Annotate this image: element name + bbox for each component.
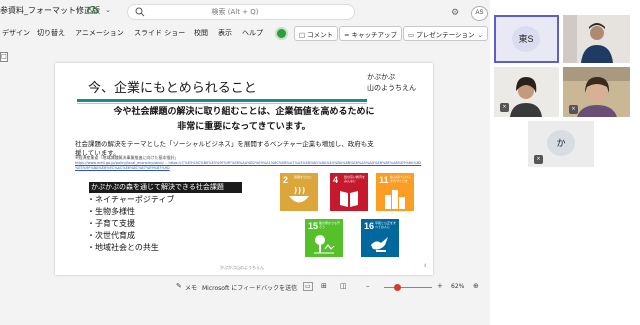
chevron-down-icon[interactable]: ⌄ (105, 6, 111, 14)
sdg-caption: 住み続けられるまちづくりを (390, 175, 412, 183)
dove-icon (371, 237, 388, 252)
normal-view-icon[interactable]: ▭ (303, 282, 313, 291)
sdg-number: 11 (379, 175, 389, 185)
slide-sorter-icon[interactable]: ⊞ (321, 282, 327, 290)
source-link-cont[interactable]: %E5%9F%BA%E6%9C%AC%E6%8C%87%E9%87%9D (75, 166, 170, 170)
menu-slideshow[interactable]: スライド ショー (134, 28, 185, 38)
mic-muted-icon: × (569, 105, 578, 114)
present-button[interactable]: ▭ プレゼンテーション ⌄ (403, 26, 488, 41)
menu-review[interactable]: 校閲 (194, 28, 208, 38)
sdg-4-education-icon: 4 質の高い教育をみんなに (330, 173, 368, 211)
panel-blank-area (490, 170, 640, 230)
notes-button[interactable]: メモ (185, 283, 197, 292)
slide-canvas[interactable]: 今、企業にもとめられること かぷかぷ 山のようちえん 今や社会課題の解決に取り組… (55, 63, 433, 275)
zoom-in-icon[interactable]: + (437, 282, 443, 290)
logo-text-sub: 山のようちえん (367, 84, 416, 92)
search-input[interactable] (150, 6, 350, 18)
zoom-level[interactable]: 62% (451, 283, 464, 290)
participant-video-2[interactable] (563, 15, 630, 63)
bullet-item: ・次世代育成 (87, 231, 135, 240)
document-title[interactable]: 参資料_フォーマット修正版 (0, 5, 100, 16)
menu-transitions[interactable]: 切り替え (37, 28, 65, 38)
sdg-number: 15 (308, 221, 319, 231)
tree-icon (314, 235, 335, 254)
thumbnail-toggle[interactable]: □ (0, 52, 8, 62)
zoom-out-icon[interactable]: – (366, 282, 370, 290)
catchup-button[interactable]: ≈ キャッチアップ (339, 26, 402, 41)
headline-line1: 今や社会課題の解決に取り組むことは、企業価値を高めるために (113, 107, 375, 117)
sdg-15-life-on-land-icon: 15 陸の豊かさも守ろう (305, 219, 343, 257)
menu-view[interactable]: 表示 (218, 28, 232, 38)
app-window: 参資料_フォーマット修正版 ⌄ ⚙ AS デザイン 切り替え アニメーション ス… (0, 0, 640, 325)
bullet-item: ・地域社会との共生 (87, 243, 159, 252)
slide-footer: かぷかぷ山のようちえん (220, 265, 264, 270)
zoom-slider-thumb[interactable] (394, 284, 401, 291)
reading-view-icon[interactable]: ◫ (340, 282, 347, 290)
bowl-icon (289, 187, 309, 203)
logo-text: かぷかぷ (367, 73, 395, 81)
catchup-icon: ≈ (344, 31, 350, 39)
search-box[interactable] (127, 4, 355, 20)
participant-video-4[interactable]: × (563, 67, 630, 117)
slide-title: 今、企業にもとめられること (88, 81, 257, 96)
comment-button[interactable]: □ コメント (294, 26, 339, 41)
bullet-item: ・生物多様性 (87, 207, 135, 216)
video-man-image (563, 15, 630, 63)
sdg-number: 4 (333, 175, 339, 185)
menu-animations[interactable]: アニメーション (75, 28, 124, 38)
slide-page-number: 4 (424, 263, 427, 268)
user-avatar[interactable]: AS (471, 6, 488, 21)
chevron-down-icon: ⌄ (477, 31, 483, 39)
participant-initials: か (547, 130, 575, 156)
participant-initials: 東S (512, 26, 540, 52)
participant-video-3[interactable]: × (494, 67, 559, 117)
body-line1: 社会課題の解決をテーマとした「ソーシャルビジネス」を展開するベンチャー企業も増加… (75, 140, 374, 148)
present-label: プレゼンテーション (416, 31, 475, 39)
menu-help[interactable]: ヘルプ (242, 28, 263, 38)
ribbon-menu: デザイン 切り替え アニメーション スライド ショー 校閲 表示 ヘルプ □ コメ… (0, 26, 490, 42)
book-icon (340, 191, 358, 207)
present-icon: ▭ (408, 31, 415, 39)
catchup-label: キャッチアップ (351, 31, 397, 39)
sdg-11-cities-icon: 11 住み続けられるまちづくりを (376, 173, 414, 211)
sdg-number: 16 (364, 221, 375, 231)
fit-slide-icon[interactable]: ⊕ (473, 282, 479, 290)
menu-design[interactable]: デザイン (2, 28, 30, 38)
mic-muted-icon: × (534, 155, 543, 164)
participant-tile-1[interactable]: 東S (494, 15, 559, 63)
sdg-number: 2 (283, 175, 289, 185)
issues-heading: かぷかぷの森を通じて解決できる社会課題 (89, 182, 242, 193)
cloud-saved-icon[interactable] (87, 5, 98, 14)
sdg-caption: 質の高い教育をみんなに (344, 175, 366, 183)
bullet-item: ・ネイチャーポジティブ (87, 195, 175, 204)
notes-icon[interactable]: ✎ (176, 282, 182, 290)
search-icon (135, 7, 145, 17)
status-bar: ✎ メモ Microsoft にフィードバックを送信 ▭ ⊞ ◫ – + 62%… (0, 280, 490, 294)
powerpoint-window: 参資料_フォーマット修正版 ⌄ ⚙ AS デザイン 切り替え アニメーション ス… (0, 0, 490, 325)
mic-muted-icon: × (500, 103, 509, 112)
buildings-icon (385, 190, 405, 209)
sdg-caption: 飢餓をゼロに (294, 175, 313, 179)
sdg-16-peace-justice-icon: 16 平和と公正をすべての人に (361, 219, 399, 257)
sdg-caption: 陸の豊かさも守ろう (319, 221, 341, 229)
sdg-caption: 平和と公正をすべての人に (375, 221, 397, 229)
meeting-panel: 東S × × か × (490, 0, 640, 325)
feedback-link[interactable]: Microsoft にフィードバックを送信 (202, 283, 297, 292)
zoom-slider-track[interactable] (384, 287, 432, 288)
bullet-item: ・子育て支援 (87, 219, 135, 228)
sdg-2-zero-hunger-icon: 2 飢餓をゼロに (280, 173, 318, 211)
comment-icon: □ (299, 31, 306, 39)
headline-line2: 非常に重要になってきています。 (177, 122, 311, 132)
record-indicator-icon[interactable] (275, 27, 288, 40)
participant-tile-5[interactable]: か × (528, 121, 594, 167)
title-underline (77, 99, 367, 102)
title-bar: 参資料_フォーマット修正版 ⌄ ⚙ AS (0, 0, 490, 22)
settings-gear-icon[interactable]: ⚙ (451, 8, 459, 18)
comment-label: コメント (307, 31, 334, 39)
